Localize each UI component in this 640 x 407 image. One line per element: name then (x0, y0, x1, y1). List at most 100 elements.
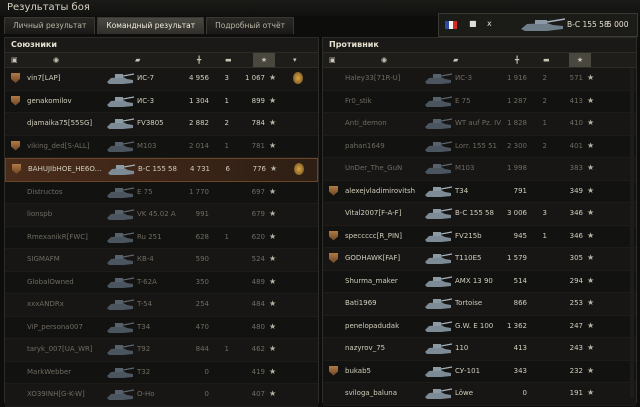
tank-name: СУ-101 (455, 366, 481, 375)
medal-column-icon[interactable]: ▾ (293, 56, 297, 64)
player-row[interactable]: Distructos E 75 1 770 697 ★ (5, 181, 318, 204)
player-row[interactable]: genakomilov ИС-3 1 304 1 899 ★ (5, 90, 318, 113)
player-name: Bati1969 (345, 299, 377, 307)
player-row[interactable]: pahan1649 Lorr. 155 51 2 300 2 401 ★ (323, 135, 636, 158)
tank-name: Lorr. 155 51 (455, 141, 497, 150)
tank-name: G.W. E 100 (455, 321, 494, 330)
squad-column-icon[interactable]: ▣ (11, 56, 18, 64)
enemies-rows: Haley33[71R-U] ИС-3 1 916 2 571 ★ Fr0_stik E 75… (323, 68, 636, 406)
frags-value: 1 (224, 345, 229, 353)
star-icon: ★ (269, 321, 277, 331)
player-row[interactable]: GODHAWK[FAF] T110E5 1 579 305 ★ (323, 248, 636, 271)
player-row[interactable]: Anti_demon WT auf Pz. IV 1 828 1 410 ★ (323, 113, 636, 136)
player-name: Vital2007[F-A-F] (345, 209, 402, 217)
star-icon: ★ (587, 320, 595, 330)
player-row[interactable]: ViP_persona007 T34 470 480 ★ (5, 316, 318, 339)
scrollbar[interactable] (630, 68, 634, 398)
player-row[interactable]: BAHUJIbHOE_HE6O... В-С 155 58 4 731 6 776 ★ (5, 158, 318, 182)
player-row[interactable]: sviloga_baluna Löwe 0 191 ★ (323, 383, 636, 406)
player-column-icon[interactable]: ◉ (381, 56, 387, 64)
player-row[interactable]: Shurma_maker AMX 13 90 514 294 ★ (323, 270, 636, 293)
player-column-icon[interactable]: ◉ (53, 56, 59, 64)
player-row[interactable]: Fr0_stik E 75 1 287 2 413 ★ (323, 90, 636, 113)
player-name: viking_ded[S-ALL] (27, 141, 90, 150)
star-icon: ★ (587, 208, 595, 217)
player-row[interactable]: Vital2007[F-A-F] В-С 155 58 3 006 3 346 ★ (323, 203, 636, 226)
player-name: GlobalOwned (27, 277, 74, 286)
player-row[interactable]: lionspb VK 45.02 A 991 679 ★ (5, 204, 318, 227)
star-icon: ★ (269, 389, 277, 398)
damage-column-icon[interactable]: ╋ (197, 56, 201, 64)
frags-value: 1 (224, 232, 229, 241)
player-row[interactable]: penelopadudak G.W. E 100 1 362 247 ★ (323, 315, 636, 338)
damage-value: 413 (513, 344, 527, 352)
player-row[interactable]: GlobalOwned T-62A 350 489 ★ (5, 271, 318, 294)
exp-value: 253 (569, 299, 583, 307)
player-row[interactable]: viking_ded[S-ALL] M103 2 014 1 781 ★ (5, 135, 318, 158)
player-row[interactable]: xxxANDRx T-54 254 484 ★ (5, 294, 318, 317)
player-row[interactable]: XO39INH[G-K-W] О-Но 0 407 ★ (5, 384, 318, 407)
player-row[interactable]: alexejvladimirovitsh T34 791 349 ★ (323, 180, 636, 203)
enemies-panel: Противник ▣ ◉ ▰ ╋ ▬ ★ Haley33[71R-U] ИС-3… (322, 37, 637, 406)
exp-column-icon[interactable]: ★ (569, 53, 591, 67)
star-icon: ★ (587, 275, 595, 285)
tank-icon (425, 320, 453, 332)
player-row[interactable]: MarkWebber T32 0 419 ★ (5, 361, 318, 384)
tank-column-icon[interactable]: ▰ (135, 56, 140, 64)
player-row[interactable]: Haley33[71R-U] ИС-3 1 916 2 571 ★ (323, 68, 636, 91)
enemies-column-headers: ▣ ◉ ▰ ╋ ▬ ★ (323, 53, 636, 68)
player-name: speccccc[R_PIN] (345, 231, 402, 240)
tank-name: T32 (137, 367, 151, 376)
player-name: genakomilov (27, 96, 72, 105)
tank-icon (425, 163, 453, 174)
tab-team-result[interactable]: Командный результат (97, 17, 205, 34)
tank-icon (425, 253, 453, 264)
player-row[interactable]: SIGMAFM КВ-4 590 524 ★ (5, 249, 318, 272)
exp-column-icon[interactable]: ★ (253, 53, 275, 67)
player-row[interactable]: RmexanikR[FWC] Ru 251 628 1 620 ★ (5, 226, 318, 249)
frags-value: 1 (542, 231, 547, 240)
tank-name: ИС-7 (137, 74, 155, 82)
exp-value: 524 (251, 255, 265, 263)
star-icon: ★ (587, 388, 595, 397)
star-icon: ★ (269, 95, 277, 105)
player-row[interactable]: djamaika75[55SG] FV3805 2 882 2 784 ★ (5, 113, 318, 136)
squad-shield-icon (329, 230, 338, 241)
damage-value: 2 014 (188, 141, 209, 150)
player-row[interactable]: Bati1969 Tortoise 866 253 ★ (323, 293, 636, 316)
player-name: alexejvladimirovitsh (345, 186, 416, 195)
frags-column-icon[interactable]: ▬ (225, 56, 232, 64)
player-name: RmexanikR[FWC] (27, 232, 88, 241)
exp-value: 294 (569, 276, 583, 285)
damage-value: 1 579 (506, 254, 527, 262)
player-row[interactable]: bukab5 СУ-101 343 232 ★ (323, 360, 636, 383)
damage-value: 3 006 (506, 209, 527, 217)
tank-icon (107, 73, 135, 84)
tab-detailed-report[interactable]: Подробный отчёт (206, 17, 294, 34)
frags-column-icon[interactable]: ▬ (543, 56, 550, 64)
tank-column-icon[interactable]: ▰ (453, 56, 458, 64)
tank-name: ИС-3 (455, 74, 473, 82)
squad-column-icon[interactable]: ▣ (329, 56, 336, 64)
player-row[interactable]: speccccc[R_PIN] FV215b 945 1 346 ★ (323, 225, 636, 248)
damage-value: 1 828 (506, 119, 527, 127)
exp-value: 480 (251, 322, 265, 331)
exp-value: 407 (251, 390, 265, 398)
player-row[interactable]: taryk_007[UA_WR] T92 844 1 462 ★ (5, 339, 318, 362)
exp-value: 243 (569, 344, 583, 352)
tab-personal-result[interactable]: Личный результат (4, 17, 96, 34)
damage-value: 0 (204, 367, 209, 376)
frags-value: 1 (224, 96, 229, 105)
player-row[interactable]: vin7[LAP] ИС-7 4 956 3 1 067 ★ (5, 68, 318, 91)
tank-name: ИС-3 (137, 96, 155, 105)
tank-name: M103 (137, 141, 157, 150)
damage-column-icon[interactable]: ╋ (515, 56, 519, 64)
player-row[interactable]: UnDer_The_GuN M103 1 998 383 ★ (323, 158, 636, 181)
damage-value: 844 (195, 345, 209, 353)
player-row[interactable]: nazyrov_75 110 413 243 ★ (323, 338, 636, 361)
tank-name: T110E5 (455, 254, 482, 262)
tank-icon (425, 343, 453, 354)
damage-value: 514 (513, 276, 527, 285)
tank-name: Löwe (455, 389, 474, 397)
exp-value: 679 (251, 210, 265, 218)
